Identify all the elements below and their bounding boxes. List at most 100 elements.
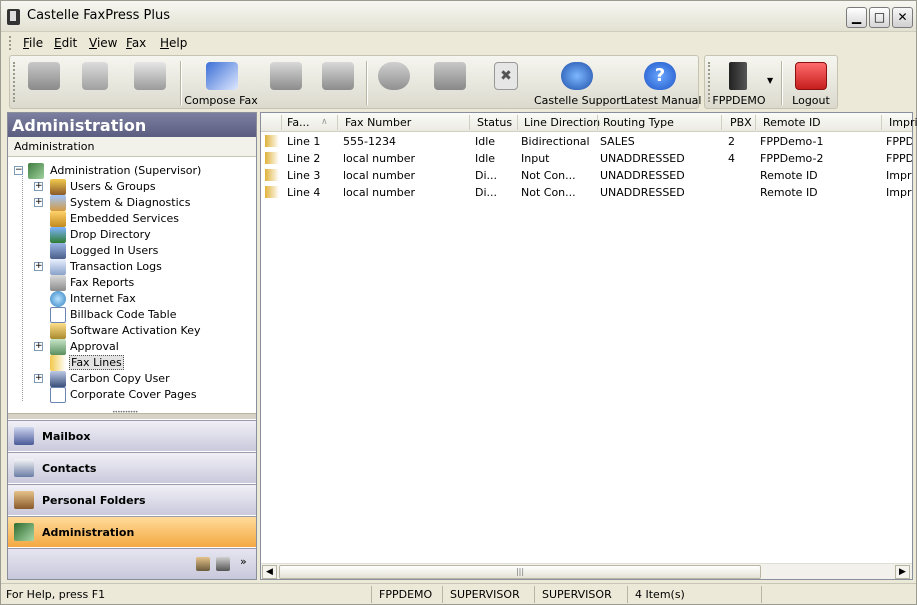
column-separator bbox=[469, 115, 470, 130]
tree-item-transaction-logs[interactable]: + Transaction Logs bbox=[34, 259, 254, 275]
document-button[interactable] bbox=[76, 56, 116, 108]
nav-contacts[interactable]: Contacts bbox=[8, 452, 256, 483]
server-button[interactable]: FPPDEMO bbox=[711, 56, 767, 108]
tree-item-drop-directory[interactable]: Drop Directory bbox=[34, 227, 254, 243]
cell-status: Idle bbox=[475, 135, 496, 148]
maximize-button[interactable]: □ bbox=[869, 7, 890, 28]
expand-icon[interactable]: + bbox=[34, 342, 43, 351]
menu-help[interactable]: Help bbox=[160, 36, 187, 50]
expand-icon[interactable]: + bbox=[34, 182, 43, 191]
horizontal-scrollbar[interactable]: ◀ ||| ▶ bbox=[261, 563, 912, 579]
column-separator bbox=[721, 115, 722, 130]
delete-button[interactable]: ✖ bbox=[492, 56, 522, 108]
nav-administration[interactable]: Administration bbox=[8, 516, 256, 547]
title-bar: Castelle FaxPress Plus ▁ □ ✕ bbox=[1, 1, 916, 32]
collapse-icon[interactable]: − bbox=[14, 166, 23, 175]
tree-item-logged-in-users[interactable]: Logged In Users bbox=[34, 243, 254, 259]
latest-manual-label: Latest Manual bbox=[624, 94, 702, 107]
table-row[interactable]: Line 4 local number Di... Not Con... UNA… bbox=[261, 184, 912, 201]
menu-fax[interactable]: Fax bbox=[126, 36, 146, 50]
tree-item-embedded-services[interactable]: Embedded Services bbox=[34, 211, 254, 227]
tree-item-internet-fax[interactable]: Internet Fax bbox=[34, 291, 254, 307]
server-icon bbox=[729, 62, 747, 90]
tree-item-fax-reports[interactable]: Fax Reports bbox=[34, 275, 254, 291]
logout-button[interactable]: Logout bbox=[787, 56, 835, 108]
scroll-thumb[interactable]: ||| bbox=[279, 565, 761, 579]
cell-remote-id: Remote ID bbox=[760, 169, 818, 182]
compose-fax-button[interactable]: Compose Fax bbox=[184, 56, 258, 108]
tree-item-corporate-cover-pages[interactable]: Corporate Cover Pages bbox=[34, 387, 254, 403]
envelope-icon bbox=[378, 62, 410, 90]
col-header-status[interactable]: Status bbox=[477, 116, 512, 129]
expand-icon[interactable]: + bbox=[34, 262, 43, 271]
tree-item-label: Billback Code Table bbox=[70, 308, 177, 321]
menu-file[interactable]: File bbox=[23, 36, 43, 50]
menu-edit[interactable]: Edit bbox=[54, 36, 77, 50]
logout-icon bbox=[795, 62, 827, 90]
scroll-left-icon[interactable]: ◀ bbox=[262, 565, 277, 579]
table-row[interactable]: Line 2 local number Idle Input UNADDRESS… bbox=[261, 150, 912, 167]
approval-icon bbox=[50, 339, 66, 355]
tree-item-label: Embedded Services bbox=[70, 212, 180, 225]
calendar-icon[interactable] bbox=[196, 557, 210, 571]
column-separator bbox=[337, 115, 338, 130]
nav-overflow-bar: » bbox=[8, 548, 256, 579]
tree-item-carbon-copy-user[interactable]: + Carbon Copy User bbox=[34, 371, 254, 387]
table-row[interactable]: Line 1 555-1234 Idle Bidirectional SALES… bbox=[261, 133, 912, 150]
cell-fax-line: Line 2 bbox=[287, 152, 321, 165]
expand-icon[interactable]: + bbox=[34, 198, 43, 207]
castelle-support-button[interactable]: Castelle Support bbox=[534, 56, 625, 108]
col-header-routing-type[interactable]: Routing Type bbox=[603, 116, 674, 129]
nav-personal-folders[interactable]: Personal Folders bbox=[8, 484, 256, 515]
key-icon bbox=[50, 323, 66, 339]
table-row[interactable]: Line 3 local number Di... Not Con... UNA… bbox=[261, 167, 912, 184]
tree-root[interactable]: − Administration (Supervisor) bbox=[14, 163, 254, 179]
tree-item-system-diagnostics[interactable]: + System & Diagnostics bbox=[34, 195, 254, 211]
status-server: FPPDEMO bbox=[379, 588, 433, 601]
cell-routing-type: SALES bbox=[600, 135, 635, 148]
folder-icon bbox=[28, 62, 60, 90]
report-icon bbox=[50, 275, 66, 291]
tree-item-billback-code-table[interactable]: Billback Code Table bbox=[34, 307, 254, 323]
cell-fax-number: 555-1234 bbox=[343, 135, 396, 148]
col-header-line-direction[interactable]: Line Direction bbox=[524, 116, 600, 129]
shortcut-icon[interactable] bbox=[216, 557, 230, 571]
help-folder-button[interactable] bbox=[430, 56, 470, 108]
chevron-icon[interactable]: » bbox=[240, 555, 247, 568]
cell-routing-type: UNADDRESSED bbox=[600, 152, 685, 165]
col-header-fax-line[interactable]: Fa... bbox=[287, 116, 310, 129]
expand-icon[interactable]: + bbox=[34, 374, 43, 383]
col-header-pbx[interactable]: PBX bbox=[730, 116, 752, 129]
app-icon bbox=[7, 9, 20, 25]
fax-receive-button[interactable] bbox=[318, 56, 358, 108]
fax-send-button[interactable] bbox=[266, 56, 306, 108]
col-header-fax-number[interactable]: Fax Number bbox=[345, 116, 411, 129]
open-folder-button[interactable] bbox=[24, 56, 64, 108]
tree-item-software-activation-key[interactable]: Software Activation Key bbox=[34, 323, 254, 339]
fax-lines-list: Fa... ∧ Fax Number Status Line Direction… bbox=[260, 112, 917, 580]
col-header-imprint[interactable]: Impri bbox=[889, 116, 917, 129]
print-button[interactable] bbox=[128, 56, 172, 108]
tree-item-approval[interactable]: + Approval bbox=[34, 339, 254, 355]
toolbar-separator bbox=[781, 61, 782, 105]
fax-line-icon bbox=[265, 135, 279, 147]
question-icon: ? bbox=[644, 62, 676, 90]
pane-splitter[interactable] bbox=[8, 409, 256, 419]
minimize-button[interactable]: ▁ bbox=[846, 7, 867, 28]
tree-item-users-groups[interactable]: + Users & Groups bbox=[34, 179, 254, 195]
status-help: For Help, press F1 bbox=[6, 588, 106, 601]
dropdown-arrow-icon[interactable]: ▼ bbox=[767, 76, 773, 85]
scroll-right-icon[interactable]: ▶ bbox=[895, 565, 910, 579]
fax-machine-icon bbox=[270, 62, 302, 90]
menu-grip bbox=[9, 36, 12, 50]
toolbar-separator bbox=[366, 61, 367, 105]
nav-mailbox[interactable]: Mailbox bbox=[8, 420, 256, 451]
close-button[interactable]: ✕ bbox=[892, 7, 913, 28]
pane-header: Administration bbox=[8, 113, 256, 137]
tree-item-fax-lines[interactable]: Fax Lines bbox=[34, 355, 254, 371]
latest-manual-button[interactable]: ? Latest Manual bbox=[624, 56, 702, 108]
menu-view[interactable]: View bbox=[89, 36, 117, 50]
email-fax-button[interactable] bbox=[374, 56, 414, 108]
col-header-remote-id[interactable]: Remote ID bbox=[763, 116, 821, 129]
tree-item-label: Logged In Users bbox=[70, 244, 159, 257]
